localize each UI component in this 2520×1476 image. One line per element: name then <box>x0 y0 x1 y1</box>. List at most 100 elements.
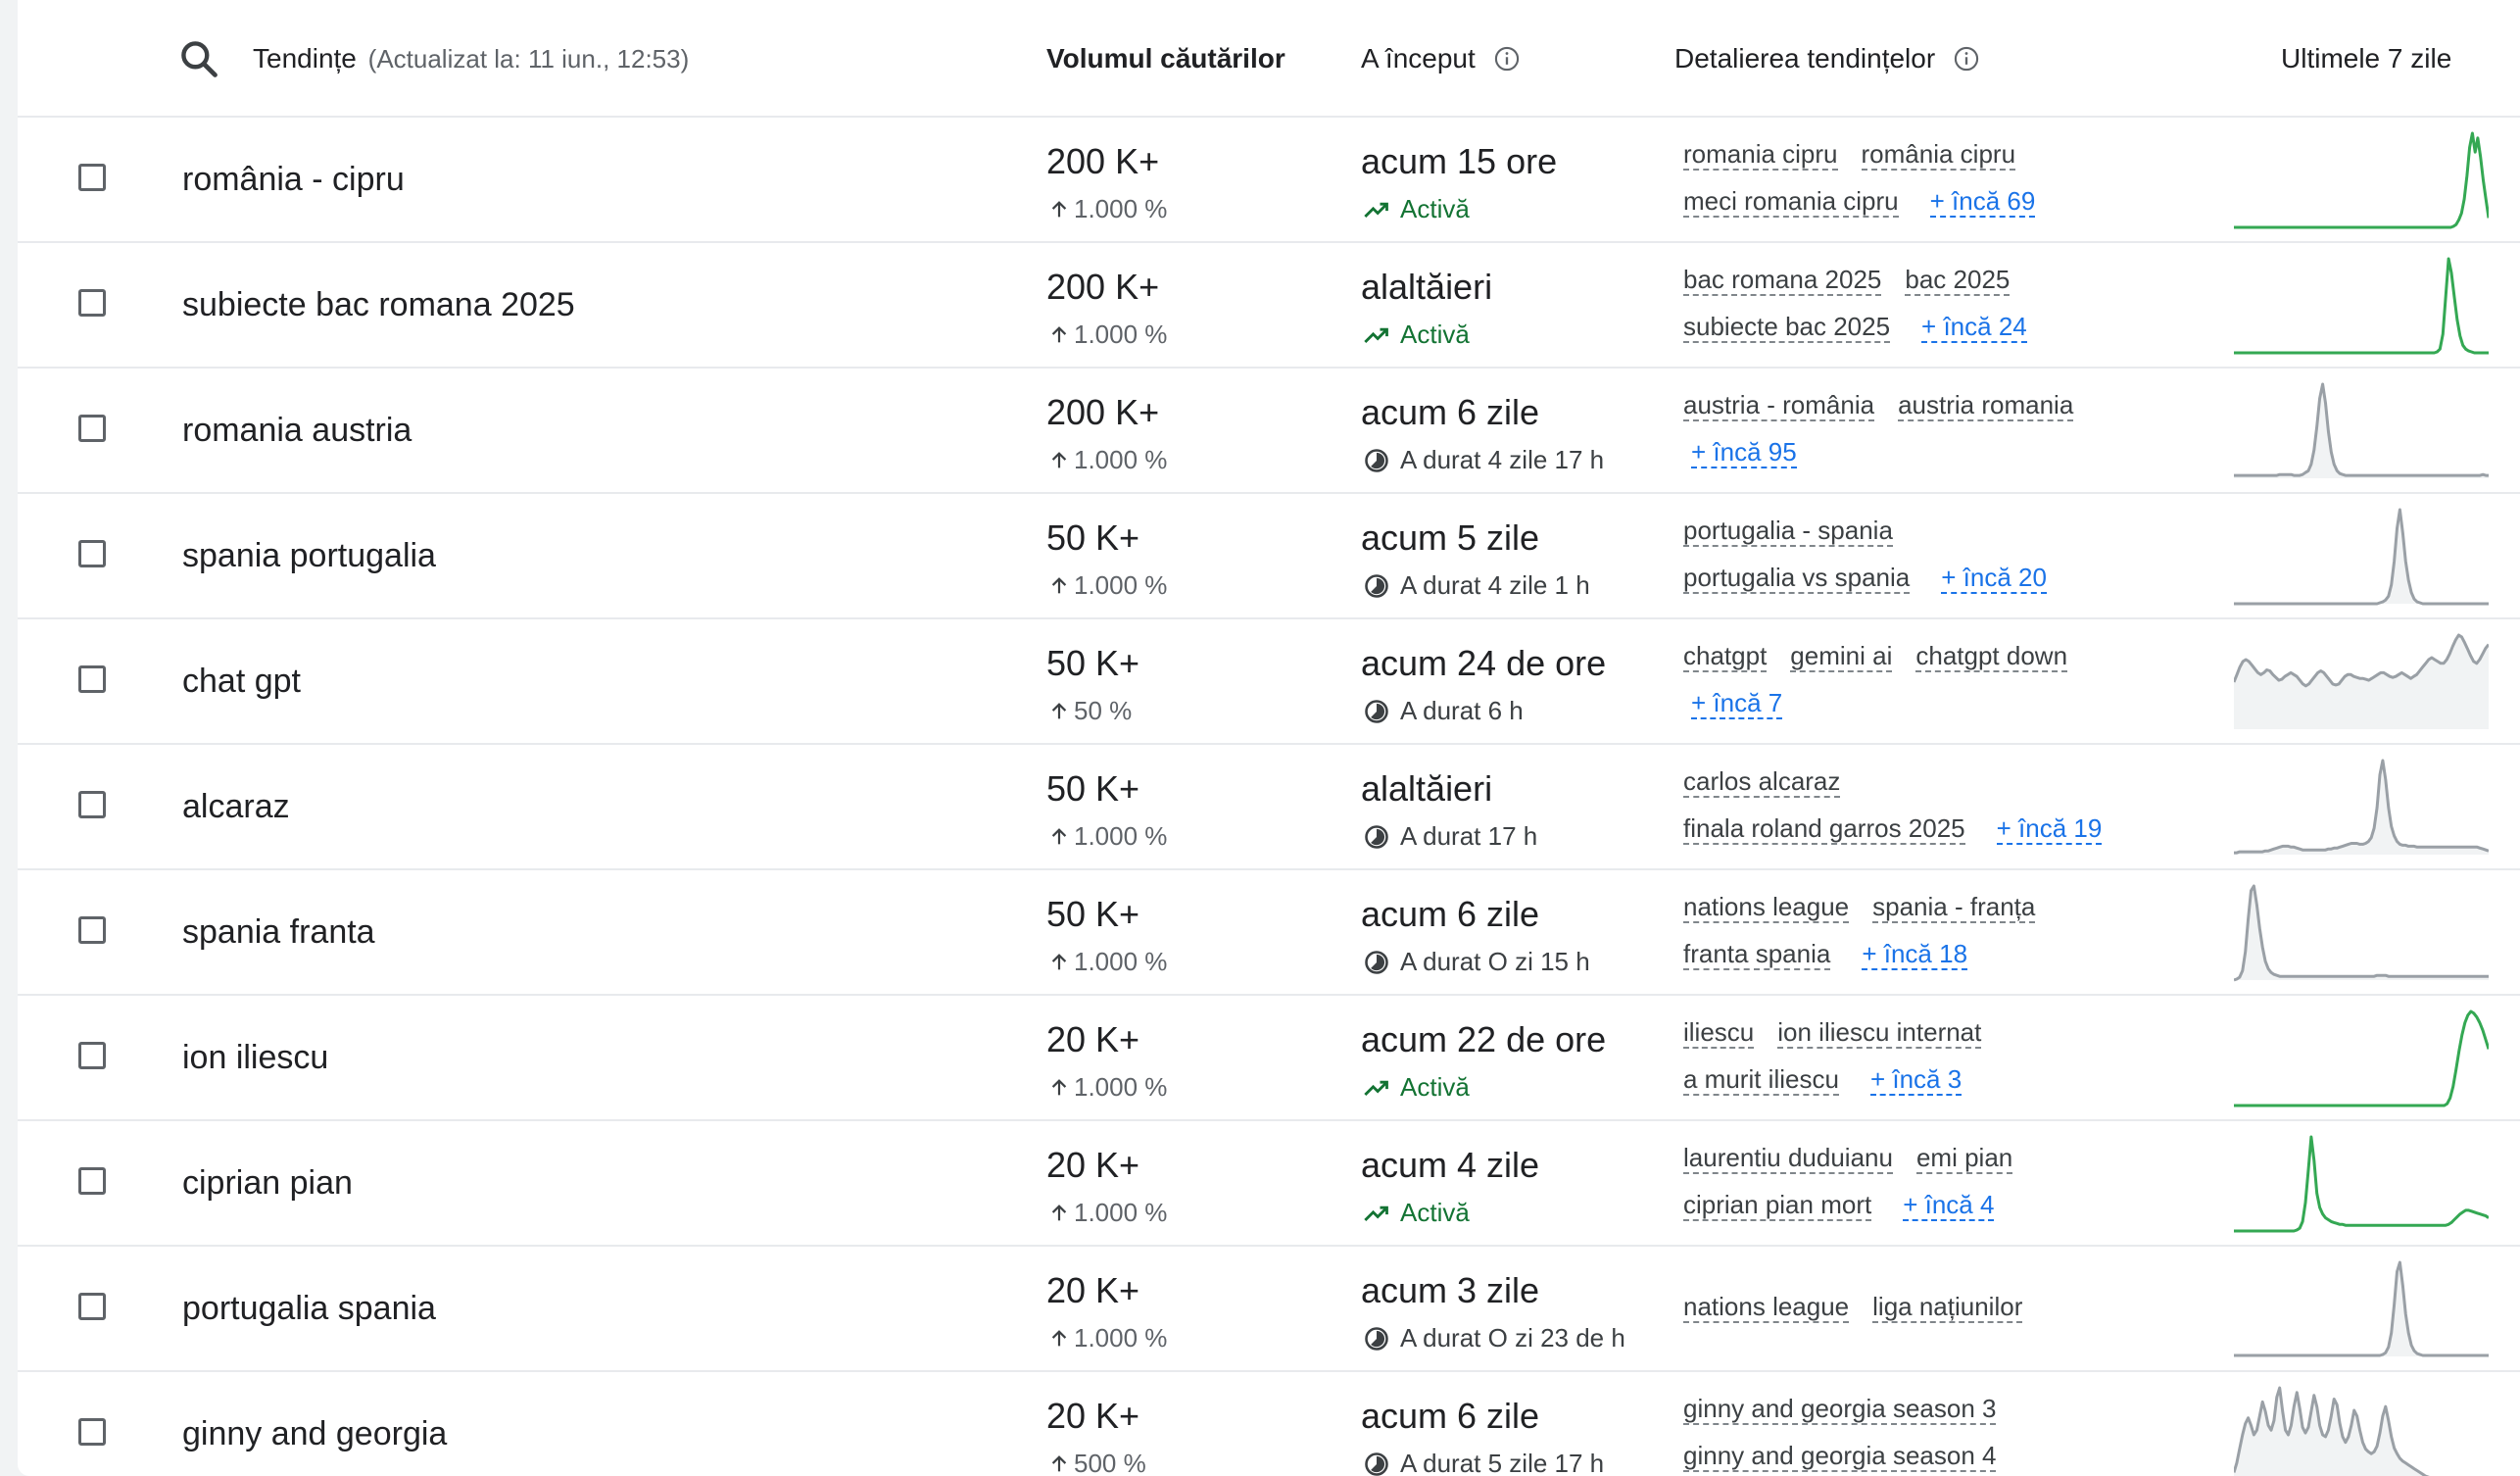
sparkline-chart <box>2234 1135 2489 1233</box>
trend-status-text: A durat O zi 23 de h <box>1400 1323 1625 1353</box>
table-row[interactable]: spania portugalia 50 K+ 1.000 % acum 5 z… <box>18 494 2520 619</box>
trend-name[interactable]: romania austria <box>182 412 412 450</box>
related-query-chip[interactable]: ciprian pian mort <box>1683 1190 1872 1221</box>
table-row[interactable]: românia - cipru 200 K+ 1.000 % acum 15 o… <box>18 118 2520 243</box>
row-checkbox[interactable] <box>78 289 106 317</box>
table-row[interactable]: alcaraz 50 K+ 1.000 % alaltăieri A durat… <box>18 745 2520 870</box>
sparkline-line <box>2234 508 2489 606</box>
trend-name[interactable]: ion iliescu <box>182 1039 328 1077</box>
trend-status: Activă <box>1363 1072 1470 1103</box>
related-query-chip[interactable]: austria - românia <box>1683 390 1875 421</box>
search-volume: 50 K+ <box>1046 894 1140 934</box>
volume-change: 1.000 % <box>1048 194 1167 224</box>
related-query-chip[interactable]: portugalia - spania <box>1683 516 1893 547</box>
table-row[interactable]: spania franta 50 K+ 1.000 % acum 6 zile … <box>18 870 2520 996</box>
related-query-chip[interactable]: chatgpt <box>1683 641 1768 672</box>
table-row[interactable]: portugalia spania 20 K+ 1.000 % acum 3 z… <box>18 1247 2520 1372</box>
trend-name[interactable]: românia - cipru <box>182 161 405 199</box>
started-time: acum 15 ore <box>1361 141 1558 181</box>
trend-status: A durat 17 h <box>1363 821 1537 852</box>
related-query-chip[interactable]: meci romania cipru <box>1683 186 1899 218</box>
trend-name[interactable]: spania portugalia <box>182 537 436 575</box>
related-query-chip[interactable]: bac romana 2025 <box>1683 265 1882 296</box>
related-query-chip[interactable]: nations league <box>1683 1292 1850 1323</box>
column-header-started[interactable]: A început <box>1361 43 1521 74</box>
trend-status: A durat 6 h <box>1363 696 1524 726</box>
related-query-chip[interactable]: chatgpt down <box>1915 641 2068 672</box>
table-row[interactable]: ion iliescu 20 K+ 1.000 % acum 22 de ore… <box>18 996 2520 1121</box>
related-query-chip[interactable]: austria romania <box>1898 390 2074 421</box>
row-checkbox[interactable] <box>78 164 106 191</box>
related-query-chip[interactable]: românia cipru <box>1861 139 2016 171</box>
trend-status-text: A durat 6 h <box>1400 696 1524 725</box>
related-query-chip[interactable]: liga națiunilor <box>1872 1292 2023 1323</box>
sparkline-area <box>2234 761 2489 855</box>
more-queries-link[interactable]: + încă 18 <box>1862 939 1968 970</box>
sparkline-chart <box>2234 633 2489 729</box>
related-query-chip[interactable]: franta spania <box>1683 939 1831 970</box>
related-query-chip[interactable]: carlos alcaraz <box>1683 766 1841 798</box>
more-queries-link[interactable]: + încă 95 <box>1691 437 1797 468</box>
related-query-chip[interactable]: emi pian <box>1915 1143 2013 1174</box>
search-icon[interactable] <box>177 37 220 80</box>
trend-name[interactable]: ginny and georgia <box>182 1415 447 1453</box>
related-query-chip[interactable]: portugalia vs spania <box>1683 563 1911 594</box>
related-query-chip[interactable]: gemini ai <box>1790 641 1893 672</box>
trend-status-text: Activă <box>1400 1072 1470 1102</box>
more-queries-link[interactable]: + încă 19 <box>1996 813 2103 845</box>
trend-name[interactable]: alcaraz <box>182 788 290 826</box>
related-query-chip[interactable]: ginny and georgia season 3 <box>1683 1394 1997 1425</box>
table-row[interactable]: ginny and georgia 20 K+ 500 % acum 6 zil… <box>18 1372 2520 1476</box>
related-query-chip[interactable]: ion iliescu internat <box>1777 1017 1982 1049</box>
info-icon[interactable] <box>1953 45 1980 73</box>
more-queries-link[interactable]: + încă 69 <box>1929 186 2036 218</box>
column-header-volume[interactable]: Volumul căutărilor <box>1046 43 1285 74</box>
table-row[interactable]: romania austria 200 K+ 1.000 % acum 6 zi… <box>18 369 2520 494</box>
related-query-chip[interactable]: romania cipru <box>1683 139 1838 171</box>
related-query-chip[interactable]: bac 2025 <box>1905 265 2011 296</box>
trending-up-icon <box>1364 1080 1388 1096</box>
trend-name[interactable]: subiecte bac romana 2025 <box>182 286 575 324</box>
row-checkbox[interactable] <box>78 540 106 567</box>
related-query-chip[interactable]: iliescu <box>1683 1017 1755 1049</box>
row-checkbox[interactable] <box>78 1418 106 1446</box>
related-query-chip[interactable]: a murit iliescu <box>1683 1064 1839 1096</box>
started-time: acum 6 zile <box>1361 1396 1540 1436</box>
arrow-up-icon <box>1051 827 1067 844</box>
trend-name[interactable]: ciprian pian <box>182 1164 353 1203</box>
related-query-chip[interactable]: ginny and georgia season 4 <box>1683 1441 1997 1472</box>
trend-status-text: Activă <box>1400 194 1470 223</box>
trend-breakdown: laurentiu duduianu emi pian ciprian pian m… <box>1683 1121 2232 1245</box>
row-checkbox[interactable] <box>78 1167 106 1195</box>
trend-name[interactable]: chat gpt <box>182 663 301 701</box>
more-queries-link[interactable]: + încă 4 <box>1903 1190 1995 1221</box>
row-checkbox[interactable] <box>78 916 106 944</box>
related-query-chip[interactable]: finala roland garros 2025 <box>1683 813 1965 845</box>
table-row[interactable]: subiecte bac romana 2025 200 K+ 1.000 % … <box>18 243 2520 369</box>
info-icon[interactable] <box>1493 45 1521 73</box>
table-row[interactable]: chat gpt 50 K+ 50 % acum 24 de ore A dur… <box>18 619 2520 745</box>
related-query-chip[interactable]: nations league <box>1683 892 1850 923</box>
trend-status: Activă <box>1363 1198 1470 1228</box>
row-checkbox[interactable] <box>78 415 106 442</box>
trend-name[interactable]: portugalia spania <box>182 1290 436 1328</box>
trend-status: A durat 4 zile 17 h <box>1363 445 1604 475</box>
more-queries-link[interactable]: + încă 24 <box>1921 312 2027 343</box>
more-queries-link[interactable]: + încă 3 <box>1869 1064 1963 1096</box>
more-queries-link[interactable]: + încă 20 <box>1941 563 2047 594</box>
row-checkbox[interactable] <box>78 665 106 693</box>
sparkline-area <box>2234 1262 2489 1356</box>
related-query-chip[interactable]: spania - franța <box>1872 892 2036 923</box>
more-queries-link[interactable]: + încă 7 <box>1691 688 1783 719</box>
row-checkbox[interactable] <box>78 791 106 818</box>
related-query-chip[interactable]: subiecte bac 2025 <box>1683 312 1891 343</box>
related-query-chip[interactable]: laurentiu duduianu <box>1683 1143 1893 1174</box>
trend-name[interactable]: spania franta <box>182 913 375 952</box>
table-row[interactable]: ciprian pian 20 K+ 1.000 % acum 4 zile A… <box>18 1121 2520 1247</box>
trend-status-text: A durat 4 zile 1 h <box>1400 570 1590 600</box>
row-checkbox[interactable] <box>78 1293 106 1320</box>
trending-up-icon <box>1364 1205 1388 1221</box>
volume-change-value: 1.000 % <box>1074 821 1168 851</box>
sparkline-line <box>2234 382 2489 477</box>
row-checkbox[interactable] <box>78 1042 106 1069</box>
